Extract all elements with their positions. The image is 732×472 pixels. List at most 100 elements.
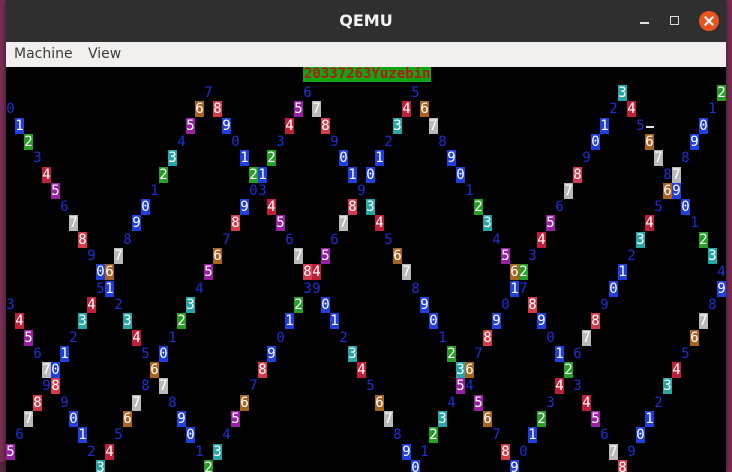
screen-digit: 9 <box>492 313 501 330</box>
screen-digit: 6 <box>303 85 312 101</box>
screen-digit: 2 <box>429 427 438 444</box>
screen-digit: 8 <box>78 231 87 248</box>
screen-digit: 2 <box>204 459 213 472</box>
screen-digit: 7 <box>609 443 618 460</box>
screen-digit: 3 <box>78 313 87 330</box>
screen-digit: 2 <box>654 394 663 411</box>
minimize-icon[interactable] <box>636 12 654 30</box>
screen-digit: 6 <box>663 182 672 199</box>
screen-digit: 9 <box>60 394 69 411</box>
screen-digit: 3 <box>546 394 555 411</box>
screen-digit: 7 <box>429 117 438 134</box>
screen-digit: 8 <box>258 362 267 379</box>
screen-digit: 0 <box>159 345 168 362</box>
screen-digit: 9 <box>510 459 519 472</box>
screen-digit: 1 <box>708 101 717 118</box>
guest-screen[interactable]: 20337263Yuzebin 012345678901234567890123… <box>6 67 726 472</box>
screen-digit: 0 <box>429 313 438 330</box>
menu-machine[interactable]: Machine <box>12 46 75 62</box>
screen-digit: 9 <box>222 117 231 134</box>
screen-digit: 1 <box>168 329 177 346</box>
screen-digit: 7 <box>294 248 303 264</box>
screen-digit: 5 <box>24 329 33 346</box>
screen-digit: 2 <box>159 166 168 183</box>
screen-digit: 8 <box>663 166 672 183</box>
screen-digit: 9 <box>582 150 591 167</box>
screen-digit: 8 <box>213 101 222 118</box>
screen-digit: 2 <box>69 329 78 346</box>
screen-digit: 1 <box>645 411 654 427</box>
screen-digit: 0 <box>411 459 420 472</box>
screen-digit: 6 <box>465 362 474 379</box>
screen-digit: 8 <box>231 215 240 232</box>
screen-digit: 5 <box>546 215 555 232</box>
screen-digit: 2 <box>699 231 708 248</box>
screen-digit: 4 <box>285 117 294 134</box>
screen-digit: 5 <box>186 117 195 134</box>
screen-digit: 9 <box>312 280 321 297</box>
screen-digit: 7 <box>654 150 663 167</box>
screen-digit: 1 <box>528 427 537 444</box>
screen-digit: 1 <box>258 166 267 183</box>
screen-digit: 6 <box>150 362 159 379</box>
screen-digit: 7 <box>132 394 141 411</box>
screen-digit: 2 <box>717 85 726 101</box>
screen-digit: 3 <box>6 296 15 313</box>
screen-digit: 7 <box>42 362 51 379</box>
screen-digit: 1 <box>330 313 339 330</box>
menu-view[interactable]: View <box>86 46 123 62</box>
screen-digit: 2 <box>294 296 303 313</box>
screen-digit: 1 <box>240 150 249 167</box>
banner-text: 20337263Yuzebin <box>303 67 432 82</box>
screen-digit: 3 <box>276 133 285 150</box>
screen-digit: 0 <box>591 133 600 150</box>
screen-digit: 6 <box>393 248 402 264</box>
screen-digit: 0 <box>636 427 645 444</box>
screen-digit: 2 <box>627 248 636 264</box>
screen-digit: 9 <box>537 313 546 330</box>
screen-digit: 4 <box>375 215 384 232</box>
title-bar[interactable]: QEMU <box>6 0 726 42</box>
screen-digit: 4 <box>87 296 96 313</box>
maximize-icon[interactable] <box>666 12 684 30</box>
screen-digit: 0 <box>231 133 240 150</box>
screen-digit: 0 <box>501 296 510 313</box>
screen-digit: 9 <box>42 378 51 395</box>
screen-digit: 8 <box>681 150 690 167</box>
screen-digit: 6 <box>60 199 69 216</box>
screen-digit: 7 <box>672 166 681 183</box>
screen-digit: 4 <box>537 231 546 248</box>
screen-digit: 8 <box>573 166 582 183</box>
screen-digit: 5 <box>114 427 123 444</box>
window-title: QEMU <box>339 11 393 30</box>
screen-digit: 2 <box>87 443 96 460</box>
screen-digit: 9 <box>672 182 681 199</box>
screen-digit: 3 <box>258 182 267 199</box>
screen-digit: 0 <box>186 427 195 444</box>
screen-digit: 3 <box>636 231 645 248</box>
screen-digit: 6 <box>645 133 654 150</box>
screen-digit: 7 <box>114 248 123 264</box>
screen-digit: 6 <box>105 264 114 281</box>
screen-digit: 7 <box>204 85 213 101</box>
screen-digit: 5 <box>276 215 285 232</box>
screen-digit: 8 <box>618 459 627 472</box>
screen-digit: 8 <box>483 329 492 346</box>
screen-digit: 2 <box>537 411 546 427</box>
screen-digit: 9 <box>330 133 339 150</box>
screen-digit: 3 <box>573 378 582 395</box>
screen-digit: 6 <box>483 411 492 427</box>
screen-digit: 0 <box>681 199 690 216</box>
screen-digit: 8 <box>123 231 132 248</box>
screen-digit: 3 <box>483 215 492 232</box>
close-icon[interactable] <box>699 11 719 31</box>
screen-digit: 5 <box>6 443 15 460</box>
screen-digit: 0 <box>51 362 60 379</box>
screen-digit: 1 <box>285 313 294 330</box>
screen-digit: 6 <box>510 264 519 281</box>
screen-digit: 4 <box>15 313 24 330</box>
screen-digit: 0 <box>699 117 708 134</box>
screen-digit: 1 <box>420 443 429 460</box>
screen-digit: 0 <box>141 199 150 216</box>
screen-digit: 1 <box>618 264 627 281</box>
